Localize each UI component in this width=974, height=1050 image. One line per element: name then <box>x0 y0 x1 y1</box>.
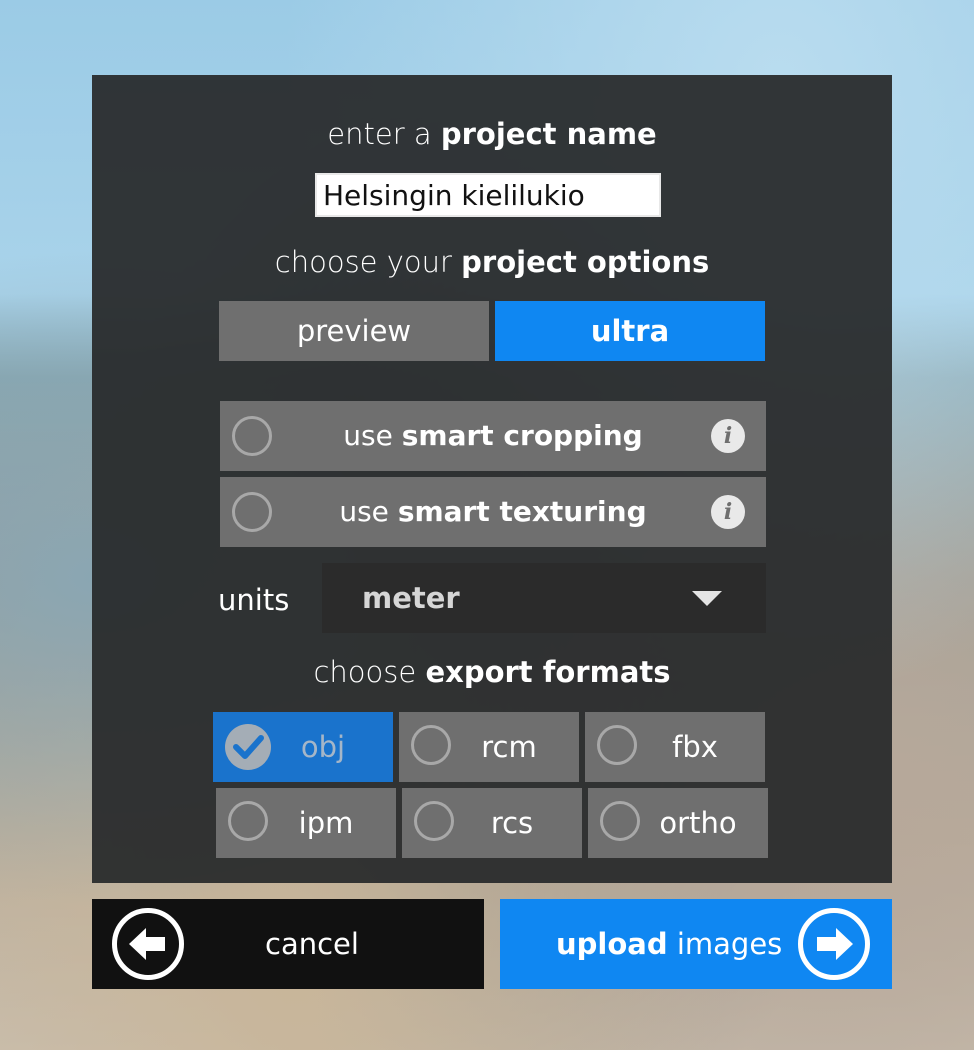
project-options-heading-bold: project options <box>461 245 710 279</box>
upload-label-rest: images <box>676 927 783 961</box>
format-rcs-option[interactable]: rcs <box>402 788 582 858</box>
upload-label: upload images <box>556 899 782 989</box>
format-ortho-option[interactable]: ortho <box>588 788 768 858</box>
smart-cropping-label-prefix: use <box>343 419 393 452</box>
format-ortho-radio[interactable] <box>600 801 640 841</box>
mode-preview-button[interactable]: preview <box>219 301 489 361</box>
smart-cropping-label: use smart cropping <box>220 401 766 471</box>
format-fbx-option[interactable]: fbx <box>585 712 765 782</box>
format-ipm-option[interactable]: ipm <box>216 788 396 858</box>
caret-down-icon <box>692 591 722 606</box>
project-name-input[interactable] <box>315 173 661 217</box>
smart-texturing-label: use smart texturing <box>220 477 766 547</box>
units-label: units <box>218 583 290 617</box>
export-formats-heading-bold: export formats <box>425 655 671 689</box>
format-fbx-label: fbx <box>672 730 718 764</box>
project-name-heading-prefix: enter a <box>327 117 432 151</box>
project-name-heading: enter a project name <box>92 117 892 151</box>
format-obj-option[interactable]: obj <box>213 712 393 782</box>
mode-preview-label: preview <box>296 314 412 348</box>
format-rcs-label: rcs <box>490 806 534 840</box>
format-ipm-radio[interactable] <box>228 801 268 841</box>
format-ortho-label: ortho <box>659 806 737 840</box>
smart-cropping-toggle[interactable]: use smart cropping i <box>220 401 766 471</box>
project-options-heading: choose your project options <box>92 245 892 279</box>
cancel-label: cancel <box>265 927 359 961</box>
smart-texturing-toggle[interactable]: use smart texturing i <box>220 477 766 547</box>
format-fbx-radio[interactable] <box>597 725 637 765</box>
project-name-heading-bold: project name <box>440 117 657 151</box>
smart-texturing-label-bold: smart texturing <box>397 495 647 528</box>
format-rcm-option[interactable]: rcm <box>399 712 579 782</box>
smart-texturing-label-prefix: use <box>339 495 389 528</box>
format-ipm-label: ipm <box>298 806 354 840</box>
cancel-button[interactable]: cancel <box>92 899 484 989</box>
arrow-right-circle-icon <box>798 908 870 980</box>
format-rcs-radio[interactable] <box>414 801 454 841</box>
info-icon[interactable]: i <box>711 419 745 453</box>
mode-ultra-button[interactable]: ultra <box>495 301 765 361</box>
mode-ultra-label: ultra <box>590 314 670 348</box>
check-circle-icon <box>225 724 271 770</box>
project-dialog: enter a project name choose your project… <box>92 75 892 883</box>
format-rcm-radio[interactable] <box>411 725 451 765</box>
project-options-heading-prefix: choose your <box>274 245 452 279</box>
upload-images-button[interactable]: upload images <box>500 899 892 989</box>
format-obj-label: obj <box>300 730 346 764</box>
units-select[interactable]: meter <box>322 563 766 633</box>
units-selected-value: meter <box>362 581 460 615</box>
info-icon[interactable]: i <box>711 495 745 529</box>
format-rcm-label: rcm <box>481 730 537 764</box>
export-formats-heading: choose export formats <box>92 655 892 689</box>
smart-cropping-label-bold: smart cropping <box>401 419 643 452</box>
upload-label-bold: upload <box>556 927 668 961</box>
export-formats-heading-prefix: choose <box>313 655 417 689</box>
arrow-left-circle-icon <box>112 908 184 980</box>
